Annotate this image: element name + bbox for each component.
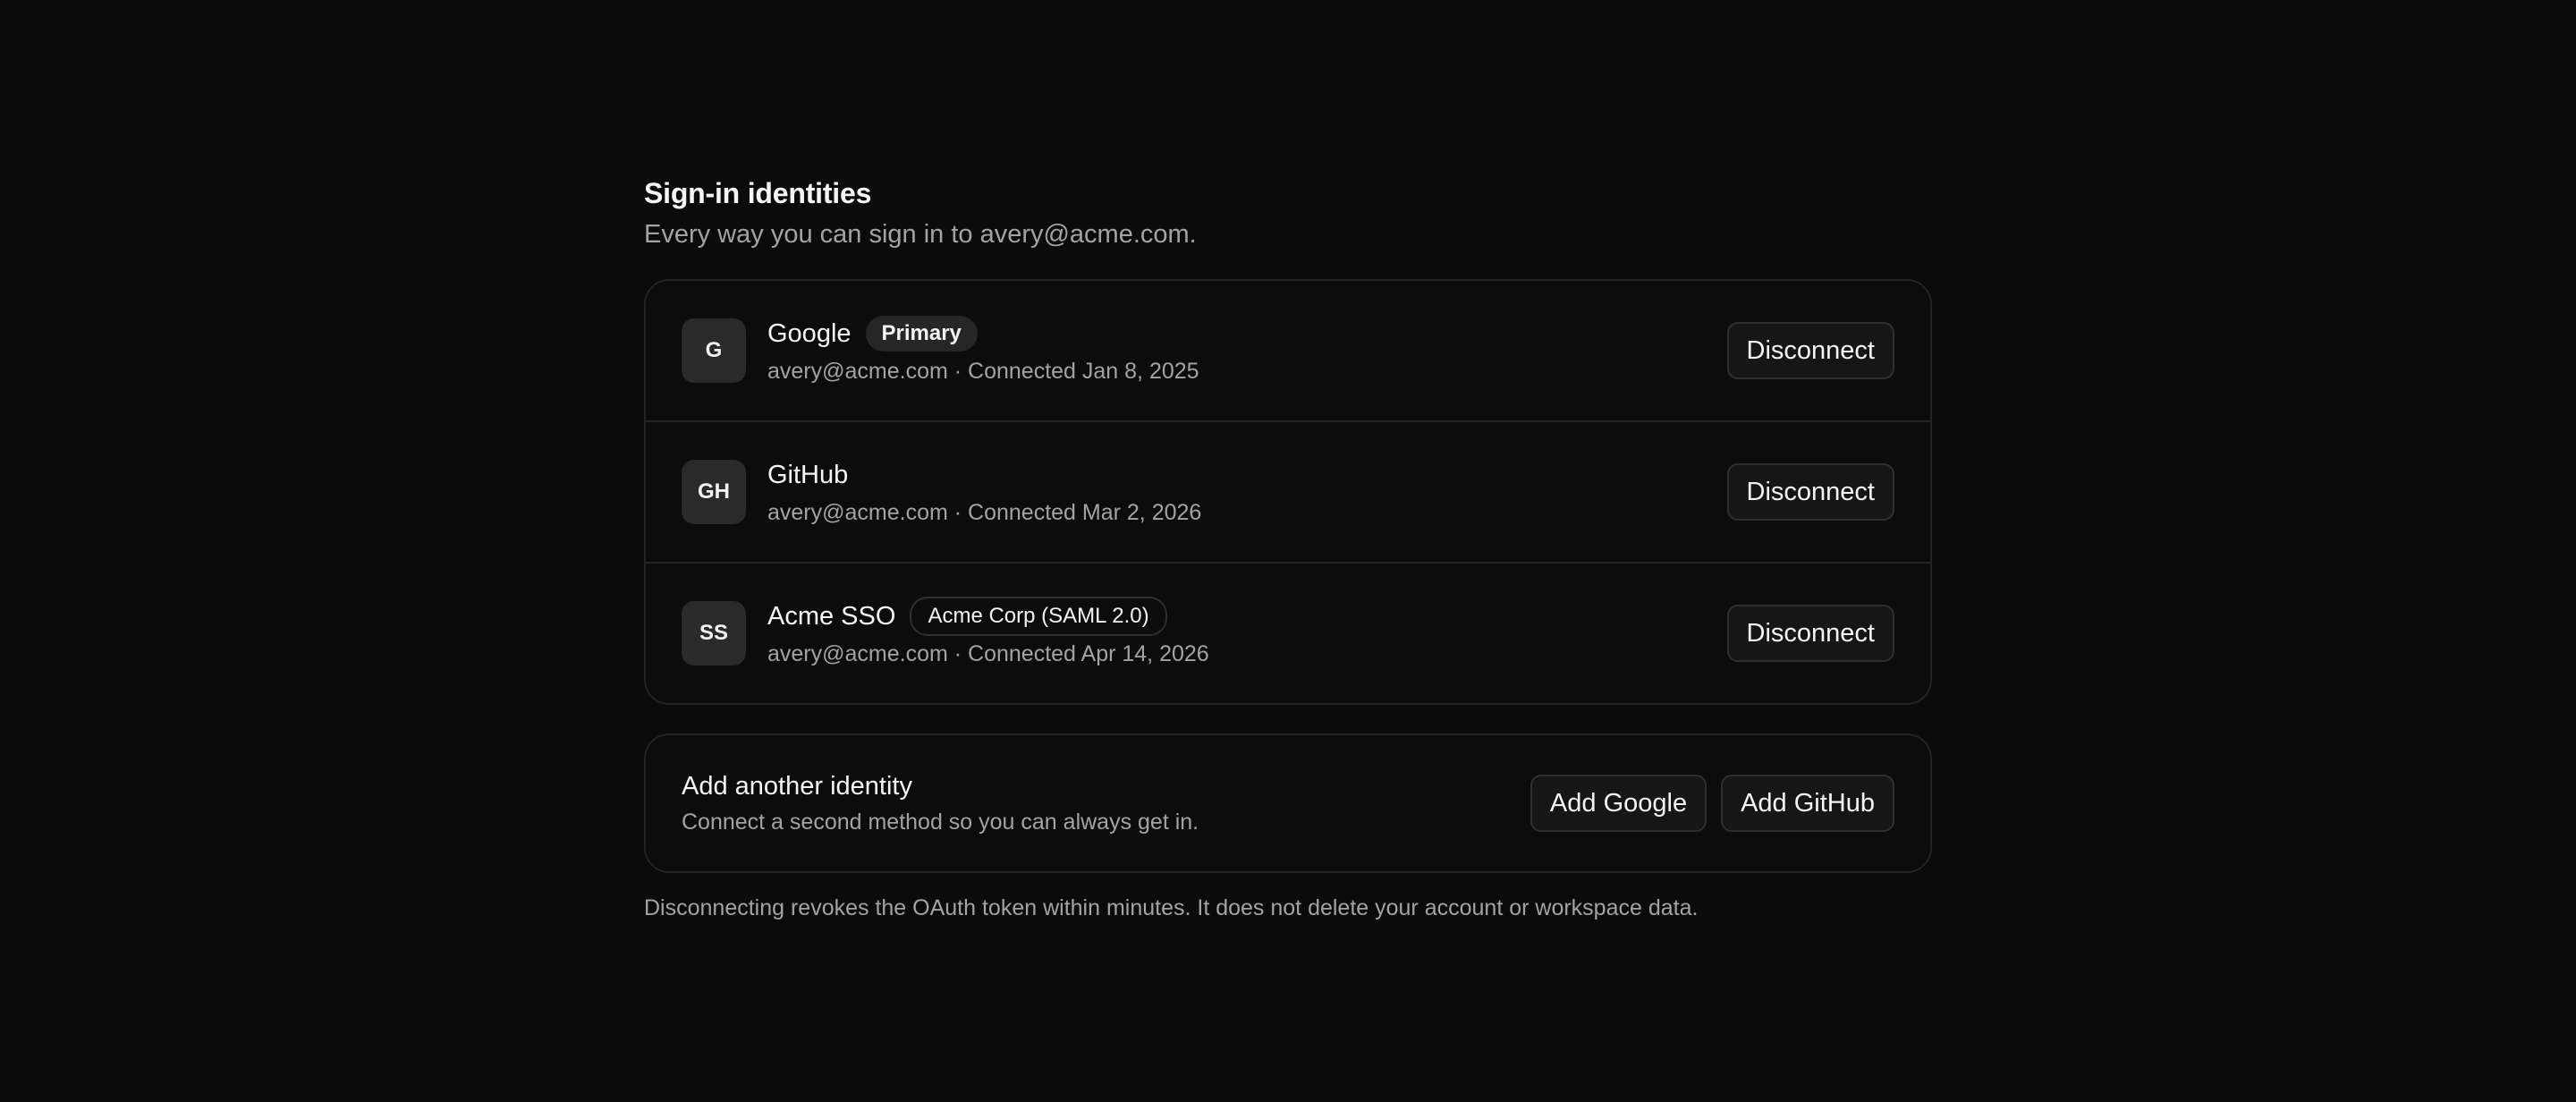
identity-row-acme-sso: SS Acme SSO Acme Corp (SAML 2.0) avery@a… (646, 562, 1930, 703)
sso-provider-badge: Acme Corp (SAML 2.0) (910, 597, 1167, 636)
identity-info: Google Primary avery@acme.com · Connecte… (767, 315, 1727, 386)
identity-meta: avery@acme.com · Connected Jan 8, 2025 (767, 359, 1199, 384)
identity-row-github: GH GitHub avery@acme.com · Connected Mar… (646, 420, 1930, 562)
identity-info: GitHub avery@acme.com · Connected Mar 2,… (767, 456, 1727, 528)
add-identity-subtitle: Connect a second method so you can alway… (682, 810, 1199, 835)
add-identity-title: Add another identity (682, 772, 912, 801)
add-github-button[interactable]: Add GitHub (1721, 775, 1894, 832)
disconnect-acme-sso-button[interactable]: Disconnect (1726, 605, 1894, 662)
footnote: Disconnecting revokes the OAuth token wi… (644, 895, 1699, 920)
identity-meta: avery@acme.com · Connected Mar 2, 2026 (767, 500, 1202, 525)
google-avatar: G (682, 318, 746, 383)
identity-name: GitHub (767, 460, 849, 489)
disconnect-google-button[interactable]: Disconnect (1726, 322, 1894, 379)
identity-name: Google (767, 318, 852, 348)
identity-info: Acme SSO Acme Corp (SAML 2.0) avery@acme… (767, 597, 1727, 669)
primary-badge: Primary (865, 316, 978, 352)
disconnect-github-button[interactable]: Disconnect (1726, 463, 1894, 521)
identities-card: G Google Primary avery@acme.com · Connec… (644, 279, 1932, 705)
identity-name: Acme SSO (767, 601, 896, 631)
page-title: Sign-in identities (644, 177, 872, 209)
identity-meta: avery@acme.com · Connected Apr 14, 2026 (767, 641, 1209, 666)
add-identity-card: Add another identity Connect a second me… (644, 733, 1932, 873)
identity-row-google: G Google Primary avery@acme.com · Connec… (646, 281, 1930, 420)
github-avatar: GH (682, 460, 746, 524)
page-subtitle: Every way you can sign in to avery@acme.… (644, 220, 1197, 249)
add-google-button[interactable]: Add Google (1530, 775, 1707, 832)
sign-in-identities-page: Sign-in identities Every way you can sig… (644, 175, 1932, 923)
acme-sso-avatar: SS (682, 601, 746, 665)
